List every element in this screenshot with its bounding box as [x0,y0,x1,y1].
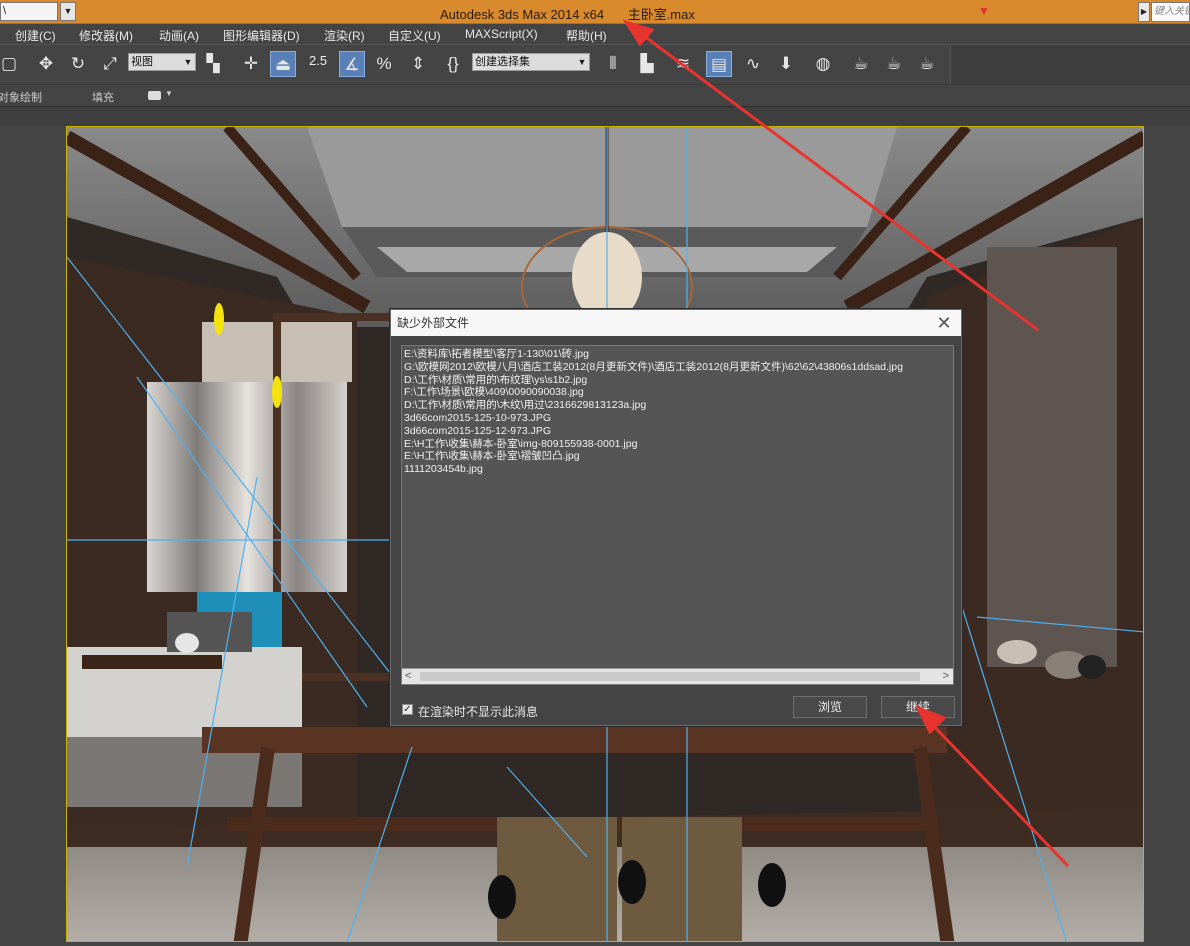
render-production-icon[interactable]: ☕ [914,51,940,77]
list-item[interactable]: F:\工作\场景\欧模\409\0090090038.jpg [404,386,952,399]
dialog-title: 缺少外部文件 [391,310,961,336]
menu-create[interactable]: 创建(C) [15,27,56,44]
menu-customize[interactable]: 自定义(U) [388,27,441,44]
window-title: Autodesk 3ds Max 2014 x64 主卧室.max [440,4,770,23]
chevron-down-icon[interactable]: ▼ [165,89,173,98]
viewport-margin-bottom [0,942,1190,946]
menu-bar: 创建(C) 修改器(M) 动画(A) 图形编辑器(D) 渲染(R) 自定义(U)… [0,24,1190,44]
horizontal-scrollbar[interactable]: < > [402,668,953,684]
continue-button[interactable]: 继续 [881,696,955,718]
menu-modifiers[interactable]: 修改器(M) [79,27,133,44]
scrollbar-thumb[interactable] [420,672,920,681]
missing-files-list[interactable]: E:\资料库\拓者模型\客厅1-130\01\砖.jpg G:\欧模网2012\… [401,345,954,685]
snap-toggle-label[interactable]: 2.5 [309,53,327,68]
chevron-right-icon[interactable]: > [943,670,949,682]
mirror-icon[interactable]: ⫴ [600,51,626,77]
edit-named-selection-icon[interactable]: {} [440,51,466,77]
list-item[interactable]: E:\H工作\收集\赫本-卧室\img-809155938-0001.jpg [404,438,952,451]
workspace-combo-dropdown[interactable]: ▼ [60,2,76,21]
list-item[interactable]: 3d66com2015-125-12-973.JPG [404,425,952,438]
list-item[interactable]: D:\工作\材质\常用的\木纹\用过\2316629813123a.jpg [404,399,952,412]
missing-external-files-dialog: 缺少外部文件 ✕ E:\资料库\拓者模型\客厅1-130\01\砖.jpg G:… [390,309,962,726]
file-name: 主卧室.max [627,7,695,22]
keyboard-shortcut-override-icon[interactable]: ⏏ [270,51,296,77]
angle-snap-icon[interactable]: ∡ [339,51,365,77]
layer-manager-icon[interactable]: ≋ [670,51,696,77]
dont-show-checkbox[interactable]: ✓ [402,704,413,715]
ribbon-separator [0,106,1190,126]
align-icon[interactable]: ▙ [634,51,660,77]
curve-editor-icon[interactable]: ∿ [740,51,766,77]
fill-tab[interactable]: 填充 [92,89,114,105]
render-setup-icon[interactable]: ☕ [848,51,874,77]
object-paint-tab[interactable]: 对象绘制 [0,89,42,105]
list-item[interactable]: 1111203454b.jpg [404,463,952,476]
viewport-margin-right [1144,126,1190,946]
dont-show-checkbox-label: 在渲染时不显示此消息 [418,705,539,719]
ribbon-toggle-icon[interactable] [148,91,161,100]
ribbon-row: 对象绘制 填充 ▼ [0,84,1190,106]
spinner-snap-icon[interactable]: ⇕ [405,51,431,77]
chevron-down-icon: ▼ [183,57,193,67]
move-icon[interactable]: ✥ [33,51,59,77]
reference-coordinate-select[interactable]: 视图 ▼ [128,53,196,71]
workspace-combo[interactable]: \ [0,2,58,21]
expand-arrow-icon[interactable]: ▶ [1138,2,1150,22]
scene-explorer-icon[interactable]: ▤ [706,51,732,77]
reference-coordinate-value: 视图 [131,56,153,68]
percent-snap-icon[interactable]: % [371,51,397,77]
title-bar: \ ▼ Autodesk 3ds Max 2014 x64 主卧室.max ▼ … [0,0,1190,24]
viewport-margin-left [0,126,66,946]
schematic-view-icon[interactable]: ⬇ [773,51,799,77]
list-item[interactable]: E:\H工作\收集\赫本-卧室\褶皱凹凸.jpg [404,450,952,463]
chevron-left-icon[interactable]: < [405,670,411,682]
menu-graph-editors[interactable]: 图形编辑器(D) [223,27,300,44]
scale-icon[interactable]: ⤢ [97,51,123,77]
list-item[interactable]: E:\资料库\拓者模型\客厅1-130\01\砖.jpg [404,348,952,361]
search-input[interactable]: 键入关键字 [1151,2,1190,22]
pivot-center-icon[interactable]: ▚ [200,51,226,77]
rendered-frame-window-icon[interactable]: ☕ [881,51,907,77]
browse-button[interactable]: 浏览 [793,696,867,718]
chevron-down-icon: ▼ [577,57,587,67]
app-title: Autodesk 3ds Max 2014 x64 [440,7,605,22]
menu-animation[interactable]: 动画(A) [159,27,199,44]
list-item[interactable]: D:\工作\材质\常用的\布纹理\ys\s1b2.jpg [404,374,952,387]
select-region-icon[interactable]: ▢ [0,51,22,77]
rotate-icon[interactable]: ↻ [65,51,91,77]
close-icon[interactable]: ✕ [935,313,953,333]
named-selection-set-select[interactable]: 创建选择集 ▼ [472,53,590,71]
list-item[interactable]: 3d66com2015-125-10-973.JPG [404,412,952,425]
toolbar-end-region: ☕ ☕ ☕ [853,45,1190,85]
menu-rendering[interactable]: 渲染(R) [324,27,365,44]
named-selection-set-value: 创建选择集 [475,56,530,68]
main-toolbar: ▢ ✥ ↻ ⤢ 视图 ▼ ▚ ✛ ⏏ 2.5 ∡ % ⇕ {} 创建选择集 ▼ … [0,44,1190,85]
material-editor-icon[interactable]: ◍ [810,51,836,77]
caret-down-icon: ▼ [978,4,990,18]
select-and-manipulate-icon[interactable]: ✛ [238,51,264,77]
menu-help[interactable]: 帮助(H) [566,27,607,44]
list-item[interactable]: G:\欧模网2012\欧模八月\酒店工装2012(8月更新文件)\酒店工装201… [404,361,952,374]
menu-maxscript[interactable]: MAXScript(X) [465,27,538,41]
